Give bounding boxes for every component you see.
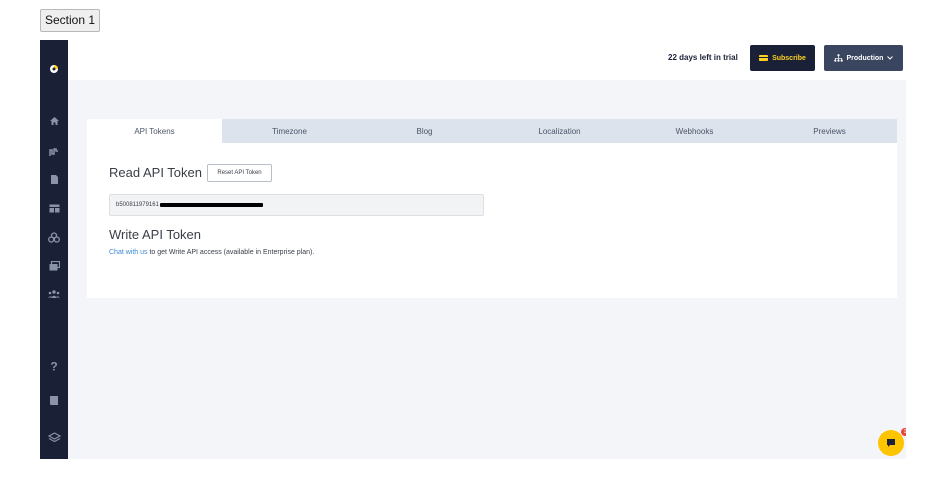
tab-webhooks[interactable]: Webhooks <box>627 119 762 143</box>
settings-card: API Tokens Timezone Blog Localization We… <box>87 119 897 298</box>
logo-icon[interactable] <box>46 61 62 77</box>
environment-label: Production <box>846 54 884 62</box>
read-token-heading: Read API Token <box>109 165 202 180</box>
chat-launcher[interactable] <box>878 430 904 456</box>
settings-tabs: API Tokens Timezone Blog Localization We… <box>87 119 897 143</box>
top-bar: 22 days left in trial Subscribe Producti… <box>68 40 906 80</box>
reset-token-button[interactable]: Reset API Token <box>207 164 272 182</box>
chat-notification-badge: 1 <box>901 428 906 436</box>
write-token-description: Chat with us to get Write API access (av… <box>109 249 314 256</box>
help-icon[interactable]: ? <box>46 358 62 374</box>
team-icon[interactable] <box>46 286 62 302</box>
subscribe-label: Subscribe <box>772 54 806 62</box>
environment-dropdown[interactable]: Production <box>824 45 903 71</box>
table-icon[interactable] <box>46 200 62 216</box>
media-icon[interactable] <box>46 258 62 274</box>
chevron-down-icon <box>887 56 894 60</box>
chat-icon <box>887 439 895 447</box>
tab-localization[interactable]: Localization <box>492 119 627 143</box>
section-button[interactable]: Section 1 <box>40 9 101 32</box>
document-icon[interactable] <box>46 171 62 187</box>
tab-timezone[interactable]: Timezone <box>222 119 357 143</box>
assets-icon[interactable] <box>46 229 62 245</box>
home-icon[interactable] <box>46 113 62 129</box>
app-frame: ? 22 days left in trial Subscribe Produc… <box>40 40 906 459</box>
read-token-value: b500811979161 <box>116 202 159 208</box>
content-icon[interactable] <box>46 144 62 160</box>
book-icon[interactable] <box>46 392 62 408</box>
layers-icon[interactable] <box>46 429 62 445</box>
write-token-heading: Write API Token <box>109 227 202 242</box>
svg-text:?: ? <box>50 360 57 372</box>
token-redaction <box>159 203 263 207</box>
tab-api-tokens[interactable]: API Tokens <box>87 119 222 143</box>
read-token-field[interactable]: b500811979161 <box>109 194 484 216</box>
trial-status: 22 days left in trial <box>668 53 738 62</box>
tab-blog[interactable]: Blog <box>357 119 492 143</box>
subscribe-button[interactable]: Subscribe <box>750 45 815 71</box>
write-token-desc-text: to get Write API access (available in En… <box>147 249 315 256</box>
sidebar: ? <box>40 40 68 459</box>
credit-card-icon <box>759 55 769 61</box>
chat-with-us-link[interactable]: Chat with us <box>109 249 148 256</box>
tab-previews[interactable]: Previews <box>762 119 897 143</box>
environment-tree-icon <box>833 54 843 62</box>
